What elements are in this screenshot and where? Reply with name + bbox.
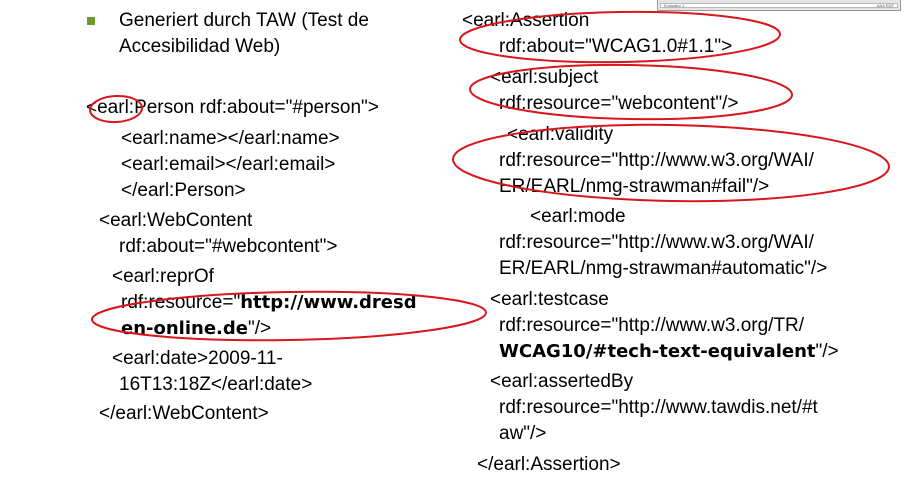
annotation-ellipse-resource-url: [91, 290, 487, 342]
annotation-ellipse-earl-prefix: [89, 94, 143, 124]
annotation-overlay: [89, 10, 890, 342]
annotation-ellipse-validity: [452, 123, 890, 203]
annotation-ellipse-assertion-about: [459, 10, 781, 64]
annotation-ellipse-subject: [469, 63, 793, 121]
